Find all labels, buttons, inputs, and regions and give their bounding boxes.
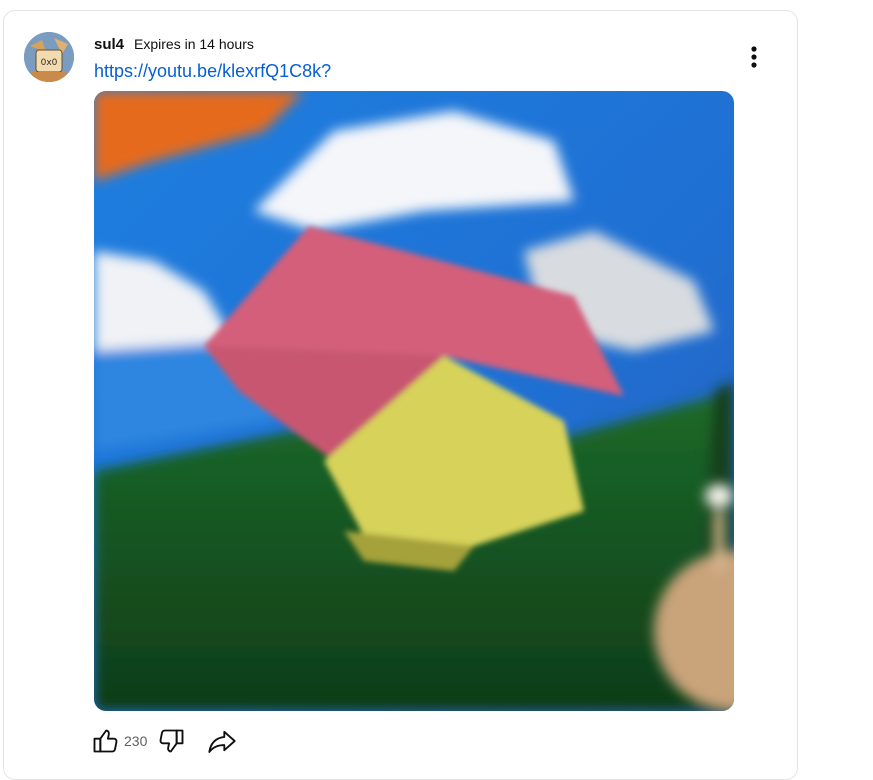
more-vert-icon <box>751 46 757 68</box>
like-count: 230 <box>124 733 148 749</box>
expiry-label: Expires in 14 hours <box>134 36 254 52</box>
post-image[interactable] <box>94 91 734 711</box>
post-card: 0x0 sul4 Expires in 14 hours https://you… <box>3 10 798 780</box>
more-options-button[interactable] <box>734 37 774 77</box>
like-button[interactable] <box>90 724 120 758</box>
author-name[interactable]: sul4 <box>94 36 124 53</box>
share-icon <box>208 730 236 753</box>
share-button[interactable] <box>207 724 237 758</box>
dislike-button[interactable] <box>157 724 187 758</box>
post-actions: 230 <box>90 723 237 759</box>
channel-avatar[interactable]: 0x0 <box>24 32 74 82</box>
post-header: sul4 Expires in 14 hours <box>94 33 254 55</box>
post-link[interactable]: https://youtu.be/klexrfQ1C8k? <box>94 61 331 82</box>
thumbs-up-icon <box>93 729 118 753</box>
thumbs-down-icon <box>159 729 184 753</box>
avatar-text: 0x0 <box>41 58 58 68</box>
